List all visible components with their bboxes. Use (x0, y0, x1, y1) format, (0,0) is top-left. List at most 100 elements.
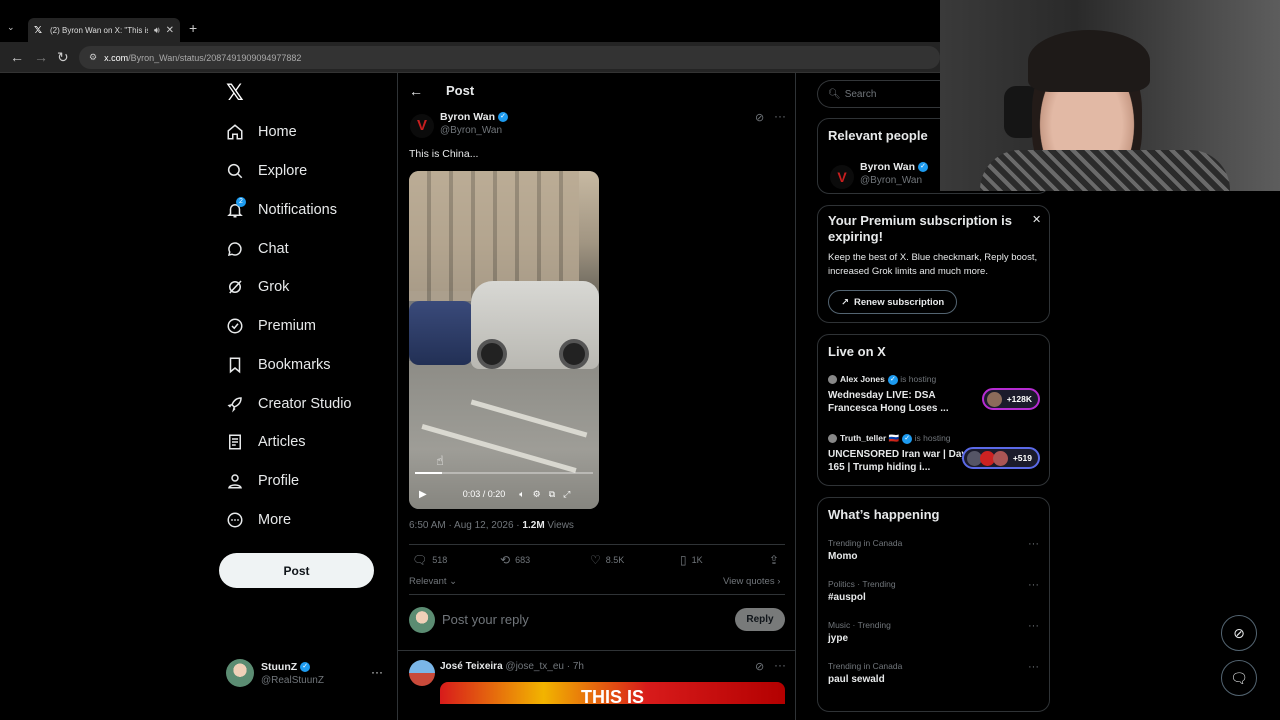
audio-playing-icon[interactable]: 🔊︎ (154, 25, 160, 36)
video-controls: ▶ 0:03 / 0:20 🔈︎ ⚙ ⧉ ⤢ (409, 479, 599, 509)
person-name[interactable]: Byron Wan ✓ (860, 161, 929, 173)
video-progress-bar[interactable] (415, 472, 593, 474)
play-icon[interactable]: ▶ (419, 489, 427, 500)
trend-item[interactable]: Trending in Canada paul sewald ··· (828, 661, 1040, 685)
avatar (226, 659, 254, 687)
post-button[interactable]: Post (219, 553, 374, 588)
view-quotes-link[interactable]: View quotes › (723, 576, 780, 587)
grok-floating-button[interactable]: ⊘ (1221, 615, 1257, 651)
address-bar[interactable]: ⚙ x.com/Byron_Wan/status/208749190909497… (79, 46, 940, 69)
nav-item-label: Explore (258, 163, 308, 179)
person-icon (226, 472, 244, 490)
nav-item-premium[interactable]: Premium (226, 313, 316, 339)
grok-explain-icon[interactable]: ⊘ (755, 660, 764, 673)
reload-icon[interactable]: ↻ (57, 49, 69, 65)
premium-card: Your Premium subscription is expiring! ✕… (817, 205, 1050, 323)
grok-explain-icon[interactable]: ⊘ (755, 111, 764, 124)
trend-item[interactable]: Music · Trending jype ··· (828, 620, 1040, 644)
live-item[interactable]: Alex Jones ✓ is hosting Wednesday LIVE: D… (828, 374, 1040, 415)
account-switcher[interactable]: StuunZ ✓ @RealStuunZ ··· (226, 659, 386, 689)
divider (409, 544, 785, 545)
sort-dropdown[interactable]: Relevant ⌄ (409, 576, 457, 587)
trend-item[interactable]: Politics · Trending #auspol ··· (828, 579, 1040, 603)
more-options-icon[interactable]: ··· (1028, 620, 1039, 632)
more-options-icon[interactable]: ··· (1028, 538, 1039, 550)
nav-item-label: Chat (258, 241, 289, 257)
nav-item-explore[interactable]: Explore (226, 158, 307, 184)
tab-list-chevron-icon[interactable]: ⌄ (7, 22, 15, 33)
settings-gear-icon[interactable]: ⚙ (533, 489, 541, 500)
close-icon[interactable]: ✕ (1032, 213, 1041, 226)
more-options-icon[interactable]: ··· (1028, 579, 1039, 591)
nav-item-profile[interactable]: Profile (226, 468, 299, 494)
nav-item-articles[interactable]: Articles (226, 429, 306, 455)
forward-arrow-icon[interactable]: → (34, 49, 48, 65)
avatar[interactable] (409, 660, 435, 686)
live-item[interactable]: Truth_teller 🇷🇺 ✓ is hosting UNCENSORED I… (828, 433, 1040, 474)
premium-body: Keep the best of X. Blue checkmark, Repl… (828, 252, 1038, 277)
video-frame-wheel (477, 339, 507, 369)
bookmark-icon (226, 356, 244, 374)
close-tab-icon[interactable]: ✕ (166, 25, 174, 36)
premium-badge-icon (226, 317, 244, 335)
divider (409, 594, 785, 595)
bookmark-icon: ▯ (680, 553, 687, 567)
mouse-pointer-icon: ☝ (436, 453, 444, 468)
repost-action[interactable]: ⟲ 683 (500, 553, 530, 567)
reply-media[interactable]: THIS IS (440, 682, 785, 704)
nav-item-chat[interactable]: Chat (226, 236, 289, 262)
more-options-icon[interactable]: ··· (774, 658, 786, 672)
author-avatar[interactable]: V (410, 114, 434, 138)
chat-floating-button[interactable]: 🗨︎ (1221, 660, 1257, 696)
like-action[interactable]: ♡ 8.5K (590, 553, 624, 567)
volume-icon[interactable]: 🔈︎ (519, 489, 524, 500)
search-input[interactable]: 🔍︎ Search (817, 80, 950, 108)
notification-badge: 2 (236, 197, 246, 207)
more-options-icon[interactable]: ··· (1028, 661, 1039, 673)
back-arrow-icon[interactable]: ← (10, 49, 24, 65)
nav-item-more[interactable]: More (226, 507, 291, 533)
search-icon (226, 162, 244, 180)
author-handle[interactable]: @Byron_Wan (440, 125, 502, 136)
video-progress-fill (415, 472, 442, 474)
home-icon (226, 123, 244, 141)
chat-bubble-icon: 🗨︎ (1230, 669, 1248, 686)
browser-tab[interactable]: 𝕏 (2) Byron Wan on X: "This is 🔊︎ ✕ (28, 18, 180, 42)
avatar (987, 392, 1002, 407)
url-host: x.com (104, 52, 129, 63)
nav-item-notifications[interactable]: 2 Notifications (226, 197, 337, 223)
reply-button[interactable]: Reply (735, 608, 785, 631)
person-handle[interactable]: @Byron_Wan (860, 175, 922, 186)
bookmark-action[interactable]: ▯ 1K (680, 553, 703, 567)
renew-subscription-button[interactable]: ↗ Renew subscription (828, 290, 958, 314)
trend-item[interactable]: Trending in Canada Momo ··· (828, 538, 1040, 562)
back-arrow-icon[interactable]: ← (409, 83, 423, 99)
nav-item-bookmarks[interactable]: Bookmarks (226, 352, 331, 378)
views-count: 1.2M (522, 520, 545, 531)
nav-item-home[interactable]: Home (226, 119, 297, 145)
more-options-icon[interactable]: ··· (774, 109, 786, 123)
new-tab-icon[interactable]: + (189, 20, 197, 36)
author-name[interactable]: Byron Wan ✓ (440, 111, 509, 123)
video-frame-blue-car (409, 301, 473, 365)
chat-bubble-icon (226, 240, 244, 258)
account-more-icon[interactable]: ··· (371, 665, 383, 679)
account-handle: @RealStuunZ (261, 675, 324, 686)
picture-in-picture-icon[interactable]: ⧉ (549, 489, 555, 500)
webcam-hair (1028, 30, 1150, 92)
live-listeners-pill[interactable]: +519 (962, 447, 1040, 469)
nav-item-grok[interactable]: Grok (226, 274, 289, 300)
video-player[interactable]: ☝ ▶ 0:03 / 0:20 🔈︎ ⚙ ⧉ ⤢ (409, 171, 599, 509)
site-info-icon[interactable]: ⚙ (89, 52, 97, 63)
nav-item-creator-studio[interactable]: Creator Studio (226, 391, 352, 417)
avatar (993, 451, 1008, 466)
reply-action[interactable]: 🗨︎ 518 (412, 553, 447, 567)
fullscreen-icon[interactable]: ⤢ (563, 489, 570, 500)
live-listeners-pill[interactable]: +128K (982, 388, 1040, 410)
avatar[interactable]: V (830, 165, 854, 189)
share-action[interactable]: ⇪ (769, 553, 784, 567)
reply-input[interactable]: Post your reply (442, 612, 529, 627)
arrow-up-right-icon: ↗ (841, 296, 849, 308)
x-logo-icon[interactable]: 𝕏 (226, 82, 248, 104)
reply-author[interactable]: José Teixeira @jose_tx_eu · 7h (440, 661, 584, 672)
